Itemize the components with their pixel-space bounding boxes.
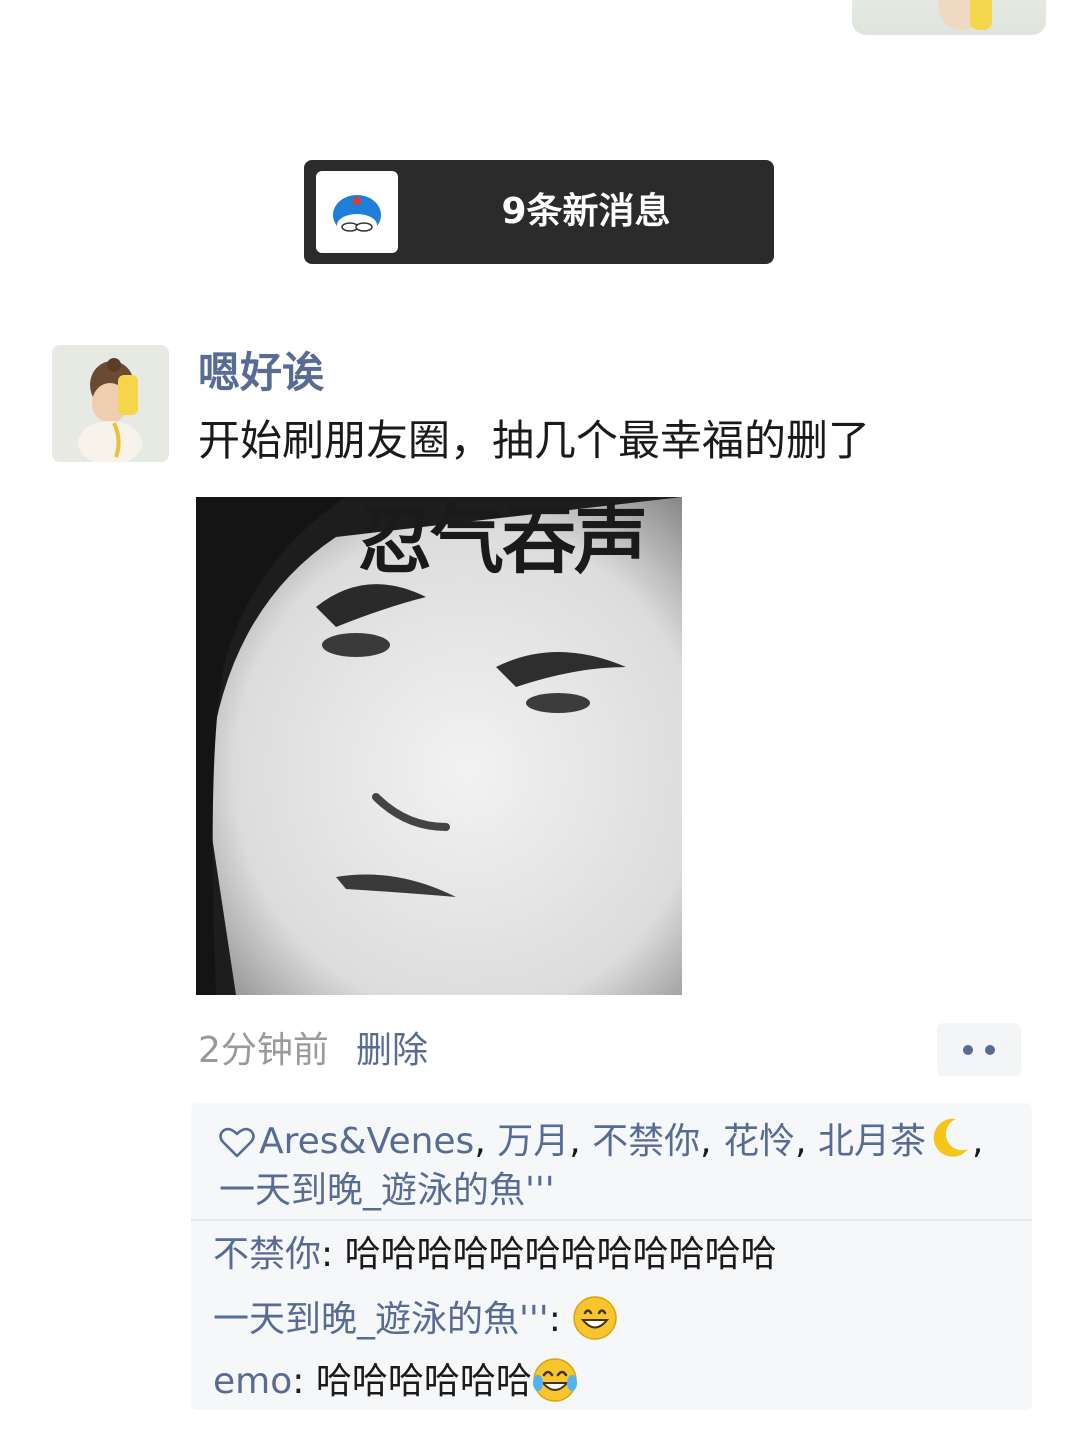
comment-row[interactable]: 不禁你: 哈哈哈哈哈哈哈哈哈哈哈哈 [213, 1231, 777, 1279]
like-user[interactable]: 万月 [497, 1121, 569, 1162]
like-separator: , [474, 1121, 486, 1162]
like-separator: , [700, 1121, 712, 1162]
like-user[interactable]: 花怜 [723, 1121, 795, 1162]
image-caption-text: 忍气吞声 [358, 498, 648, 584]
heart-outline-icon [219, 1119, 259, 1167]
crescent-moon-emoji [926, 1115, 972, 1161]
like-user[interactable]: 一天到晚_遊泳的魚''' [219, 1170, 555, 1211]
comment-text: 哈哈哈哈哈哈 [315, 1361, 532, 1402]
comment-author[interactable]: emo [213, 1361, 292, 1402]
tears-of-joy-emoji [532, 1357, 578, 1403]
new-messages-count-text: 9条新消息 [501, 191, 671, 232]
comment-colon: : [292, 1361, 305, 1402]
comment-author[interactable]: 不禁你 [213, 1234, 321, 1275]
cover-photo[interactable] [852, 0, 1046, 35]
post-text: 开始刷朋友圈，抽几个最幸福的删了 [198, 416, 871, 465]
like-separator: , [795, 1121, 807, 1162]
likes-comments-panel: Ares&Venes, 万月, 不禁你, 花怜, 北月茶, 一天到晚_遊泳的魚'… [191, 1103, 1032, 1410]
panel-divider [191, 1219, 1032, 1221]
comment-colon: : [321, 1234, 334, 1275]
like-user[interactable]: Ares&Venes [259, 1121, 474, 1162]
cover-photo-accent [970, 0, 992, 30]
doraemon-avatar-icon [316, 171, 398, 253]
delete-button[interactable]: 删除 [356, 1028, 428, 1074]
grinning-face-emoji [572, 1295, 618, 1341]
author-name[interactable]: 嗯好诶 [198, 347, 324, 399]
comment-text: 哈哈哈哈哈哈哈哈哈哈哈哈 [344, 1234, 777, 1275]
post-image[interactable]: 忍气吞声 [196, 497, 682, 995]
post-time: 2分钟前 [198, 1030, 329, 1071]
more-actions-button[interactable] [937, 1023, 1021, 1076]
like-user[interactable]: 不禁你 [592, 1121, 700, 1162]
comment-row[interactable]: 一天到晚_遊泳的魚''': [213, 1295, 618, 1344]
comment-row[interactable]: emo: 哈哈哈哈哈哈 [213, 1357, 578, 1406]
like-separator: , [972, 1121, 984, 1162]
comment-author[interactable]: 一天到晚_遊泳的魚''' [213, 1299, 549, 1340]
like-separator: , [569, 1121, 581, 1162]
new-messages-notice[interactable]: 9条新消息 [304, 160, 774, 264]
like-user[interactable]: 北月茶 [818, 1121, 926, 1162]
author-avatar[interactable] [52, 345, 169, 462]
likes-list: Ares&Venes, 万月, 不禁你, 花怜, 北月茶, 一天到晚_遊泳的魚'… [219, 1115, 1009, 1215]
comment-colon: : [548, 1299, 561, 1340]
